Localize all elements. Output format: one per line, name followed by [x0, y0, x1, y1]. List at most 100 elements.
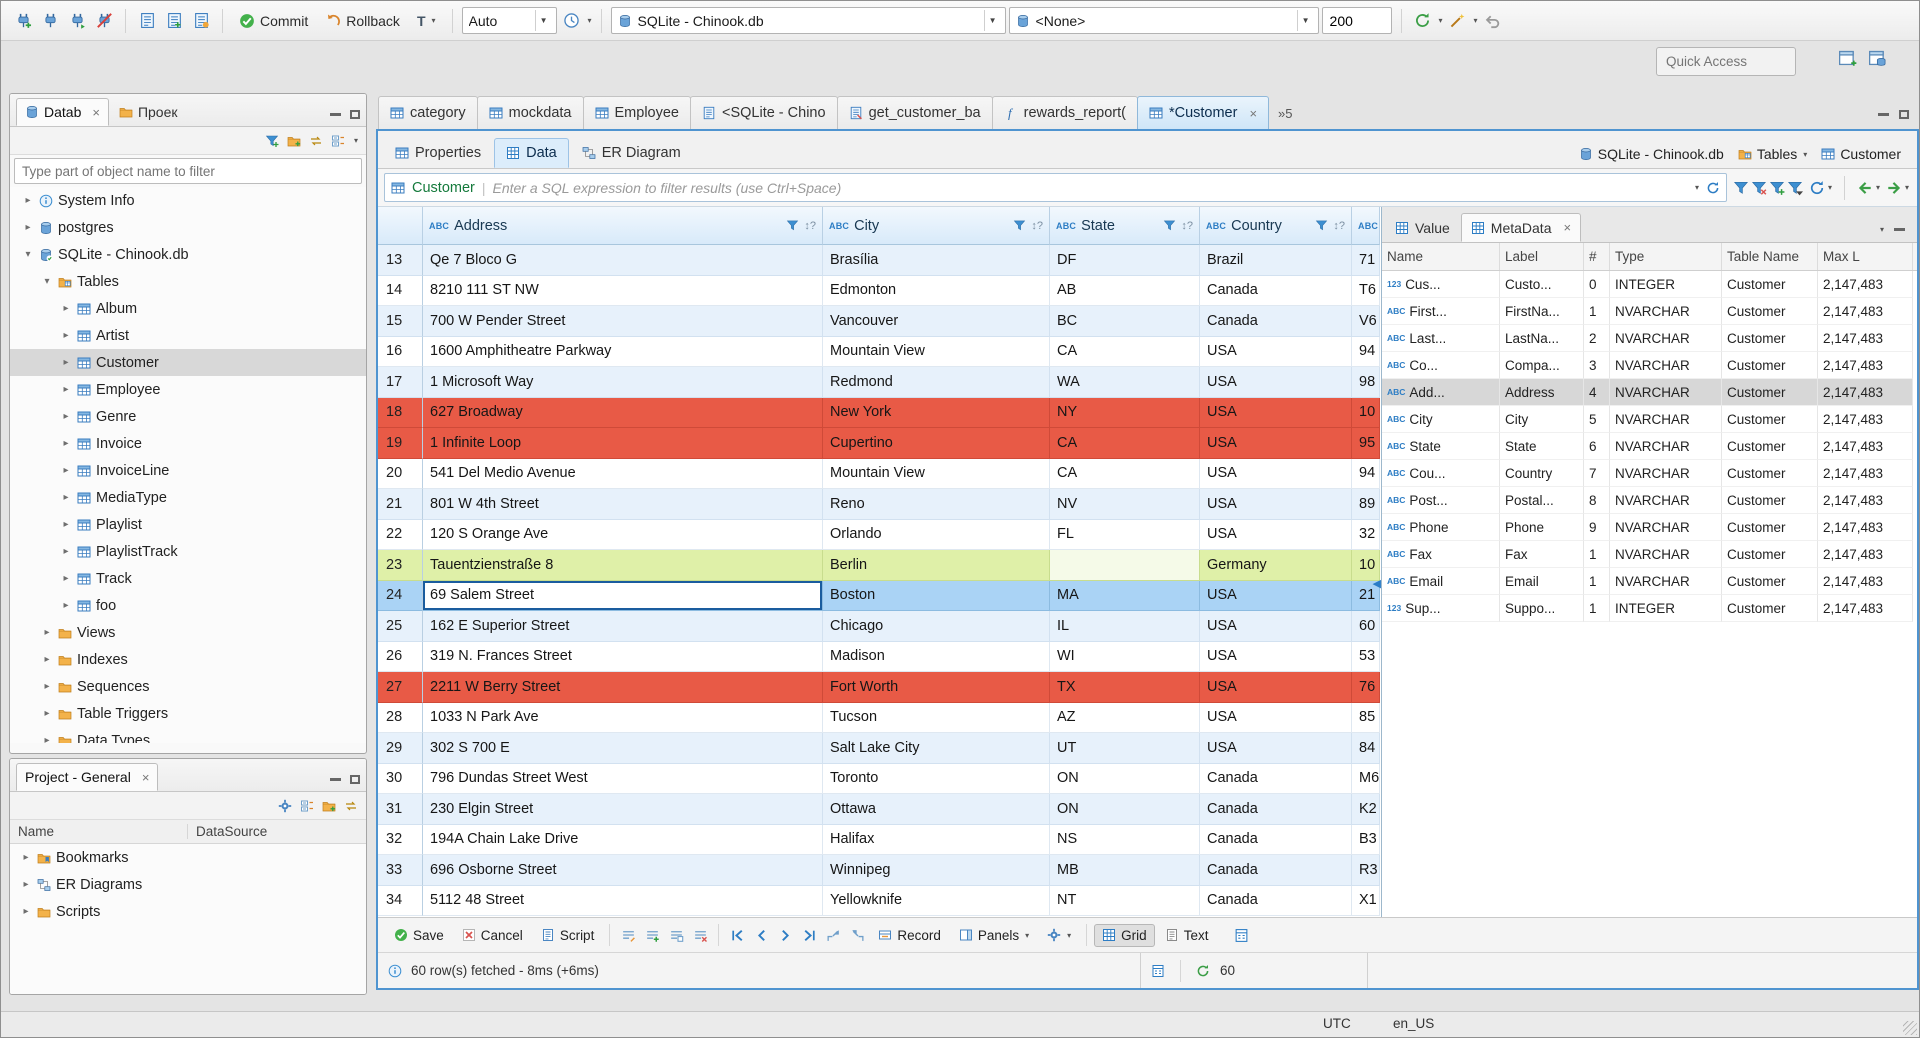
cell[interactable]: 796 Dundas Street West: [423, 763, 823, 794]
cell[interactable]: Halifax: [823, 824, 1050, 855]
md-cell-table[interactable]: Customer: [1722, 406, 1818, 433]
cell[interactable]: [1050, 550, 1200, 581]
filter-menu-icon[interactable]: [1787, 180, 1803, 196]
object-filter-input[interactable]: [14, 158, 362, 184]
cell[interactable]: Qe 7 Bloco G: [423, 245, 823, 276]
md-cell-table[interactable]: Customer: [1722, 487, 1818, 514]
tree-item-indexes[interactable]: ▸ Indexes: [10, 646, 366, 673]
cell[interactable]: FL: [1050, 519, 1200, 550]
row-number[interactable]: 28: [378, 702, 423, 733]
editor-tab-category[interactable]: category: [378, 96, 478, 129]
tab-er-diagram[interactable]: ER Diagram: [571, 138, 692, 168]
md-cell-table[interactable]: Customer: [1722, 271, 1818, 298]
table-row[interactable]: 21 801 W 4th Street Reno NV USA 89: [378, 489, 1381, 520]
expand-arrow-icon[interactable]: ▸: [60, 600, 72, 611]
table-row[interactable]: 15 700 W Pender Street Vancouver BC Canada V6: [378, 306, 1381, 337]
tab-properties[interactable]: Properties: [384, 138, 492, 168]
cell[interactable]: Cupertino: [823, 428, 1050, 459]
breadcrumb-datasource[interactable]: SQLite - Chinook.db: [1579, 146, 1724, 162]
metadata-row[interactable]: ABC Fax Fax 1 NVARCHAR Customer 2,147,483: [1382, 541, 1917, 568]
column-sort-icon[interactable]: ↕?: [1181, 220, 1193, 232]
cell[interactable]: USA: [1200, 580, 1352, 611]
table-row[interactable]: 27 2211 W Berry Street Fort Worth TX USA 76: [378, 672, 1381, 703]
table-row[interactable]: 23 Tauentzienstraße 8 Berlin Germany 10: [378, 550, 1381, 581]
md-cell-name[interactable]: ABC Add...: [1382, 379, 1500, 406]
column-header-name[interactable]: Name: [10, 824, 188, 839]
text-view-button[interactable]: Text: [1157, 924, 1217, 947]
tree-item-invoiceline[interactable]: ▸ InvoiceLine: [10, 457, 366, 484]
editor-tab-customer[interactable]: *Customer ×: [1136, 96, 1270, 129]
cell[interactable]: 801 W 4th Street: [423, 489, 823, 520]
cell[interactable]: R3: [1352, 855, 1380, 886]
minimize-icon[interactable]: [1894, 228, 1905, 231]
transaction-history-icon[interactable]: [560, 9, 584, 33]
duplicate-row-icon[interactable]: [665, 924, 687, 946]
metadata-row[interactable]: ABC Add... Address 4 NVARCHAR Customer 2,147,4…: [1382, 379, 1917, 406]
md-cell-label[interactable]: Compa...: [1500, 352, 1584, 379]
expand-arrow-icon[interactable]: ▸: [60, 411, 72, 422]
md-cell-type[interactable]: NVARCHAR: [1610, 352, 1722, 379]
md-cell-type[interactable]: NVARCHAR: [1610, 487, 1722, 514]
cell[interactable]: Brasília: [823, 245, 1050, 276]
cell[interactable]: 89: [1352, 489, 1380, 520]
expand-arrow-icon[interactable]: ▸: [60, 465, 72, 476]
breadcrumb-entity[interactable]: Customer: [1821, 146, 1901, 162]
md-cell-max[interactable]: 2,147,483: [1818, 514, 1913, 541]
expand-arrow-icon[interactable]: ▸: [60, 492, 72, 503]
commit-button[interactable]: Commit: [232, 10, 315, 32]
metadata-row[interactable]: ABC Cou... Country 7 NVARCHAR Customer 2,147,4…: [1382, 460, 1917, 487]
remove-filter-icon[interactable]: [1751, 180, 1767, 196]
tree-item-employee[interactable]: ▸ Employee: [10, 376, 366, 403]
md-cell-label[interactable]: City: [1500, 406, 1584, 433]
table-row[interactable]: 34 5112 48 Street Yellowknife NT Canada X1: [378, 885, 1381, 916]
refresh-connections-icon[interactable]: [1411, 9, 1435, 33]
cell[interactable]: 71: [1352, 245, 1380, 276]
column-header-postal[interactable]: ABC: [1352, 207, 1380, 245]
expand-arrow-icon[interactable]: ▸: [22, 195, 34, 206]
row-number[interactable]: 18: [378, 397, 423, 428]
save-button[interactable]: Save: [386, 924, 452, 947]
cell[interactable]: 60: [1352, 611, 1380, 642]
cell[interactable]: Fort Worth: [823, 672, 1050, 703]
row-number[interactable]: 32: [378, 824, 423, 855]
cell[interactable]: 1033 N Park Ave: [423, 702, 823, 733]
cell[interactable]: Tauentzienstraße 8: [423, 550, 823, 581]
row-number[interactable]: 33: [378, 855, 423, 886]
panel-menu-icon[interactable]: ▾: [1880, 225, 1884, 234]
expand-arrow-icon[interactable]: ▸: [41, 735, 53, 743]
link-with-editor-icon[interactable]: [344, 799, 358, 813]
cell[interactable]: Canada: [1200, 306, 1352, 337]
tab-overflow-indicator[interactable]: »5: [1278, 106, 1292, 121]
view-menu-icon[interactable]: ▾: [354, 136, 358, 145]
md-cell-label[interactable]: Postal...: [1500, 487, 1584, 514]
md-cell-label[interactable]: LastNa...: [1500, 325, 1584, 352]
cell[interactable]: CA: [1050, 428, 1200, 459]
project-item-er-diagrams[interactable]: ▸ ER Diagrams: [10, 871, 366, 898]
cell[interactable]: BC: [1050, 306, 1200, 337]
minimize-icon[interactable]: [1878, 113, 1889, 116]
md-cell-max[interactable]: 2,147,483: [1818, 460, 1913, 487]
row-number[interactable]: 31: [378, 794, 423, 825]
md-cell-label[interactable]: Country: [1500, 460, 1584, 487]
new-connection-icon[interactable]: [11, 9, 35, 33]
md-column-header-type[interactable]: Type: [1610, 243, 1722, 270]
cell[interactable]: USA: [1200, 367, 1352, 398]
cell[interactable]: M6: [1352, 763, 1380, 794]
expand-arrow-icon[interactable]: ▸: [60, 519, 72, 530]
transaction-log-button[interactable]: T ▾: [410, 10, 443, 32]
md-cell-name[interactable]: ABC Fax: [1382, 541, 1500, 568]
row-number[interactable]: 15: [378, 306, 423, 337]
metadata-row[interactable]: ABC City City 5 NVARCHAR Customer 2,147,483: [1382, 406, 1917, 433]
cell[interactable]: USA: [1200, 489, 1352, 520]
column-sort-icon[interactable]: ↕?: [1031, 220, 1043, 232]
cell[interactable]: TX: [1050, 672, 1200, 703]
cell[interactable]: 84: [1352, 733, 1380, 764]
md-cell-table[interactable]: Customer: [1722, 595, 1818, 622]
cell[interactable]: MB: [1050, 855, 1200, 886]
md-cell-label[interactable]: Fax: [1500, 541, 1584, 568]
close-icon[interactable]: ×: [142, 770, 150, 785]
cell[interactable]: 94: [1352, 336, 1380, 367]
row-number[interactable]: 14: [378, 275, 423, 306]
locale-indicator[interactable]: en_US: [1393, 1016, 1434, 1031]
metadata-row[interactable]: ABC State State 6 NVARCHAR Customer 2,147,483: [1382, 433, 1917, 460]
